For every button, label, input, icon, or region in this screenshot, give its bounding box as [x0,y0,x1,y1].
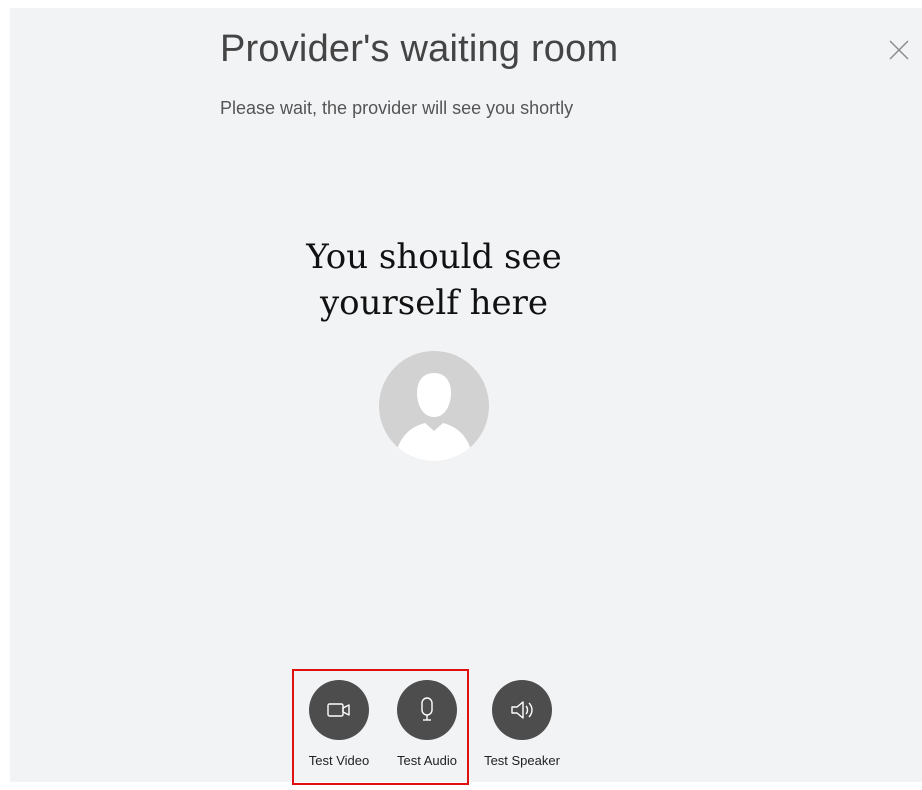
page-title: Provider's waiting room [220,28,619,70]
test-speaker-button[interactable]: Test Speaker [477,680,567,768]
test-audio-circle[interactable] [397,680,457,740]
test-video-button[interactable]: Test Video [294,680,384,768]
camera-icon [327,703,350,717]
person-placeholder-icon [395,373,473,461]
close-button[interactable] [887,38,911,62]
self-view-line-2: yourself here [319,283,549,323]
avatar [379,351,489,461]
microphone-icon [421,697,433,721]
test-speaker-label: Test Speaker [484,753,560,768]
self-view-message: You should see yourself here [250,234,618,326]
test-video-circle[interactable] [309,680,369,740]
self-view-line-1: You should see [306,237,562,277]
page-subtitle: Please wait, the provider will see you s… [220,98,574,118]
test-video-label: Test Video [308,753,370,768]
waiting-room-panel: Provider's waiting room Please wait, the… [10,8,922,785]
speaker-icon [511,701,533,719]
test-speaker-circle[interactable] [492,680,552,740]
test-audio-button[interactable]: Test Audio [382,680,472,768]
close-icon [889,40,909,60]
test-audio-label: Test Audio [397,753,457,768]
